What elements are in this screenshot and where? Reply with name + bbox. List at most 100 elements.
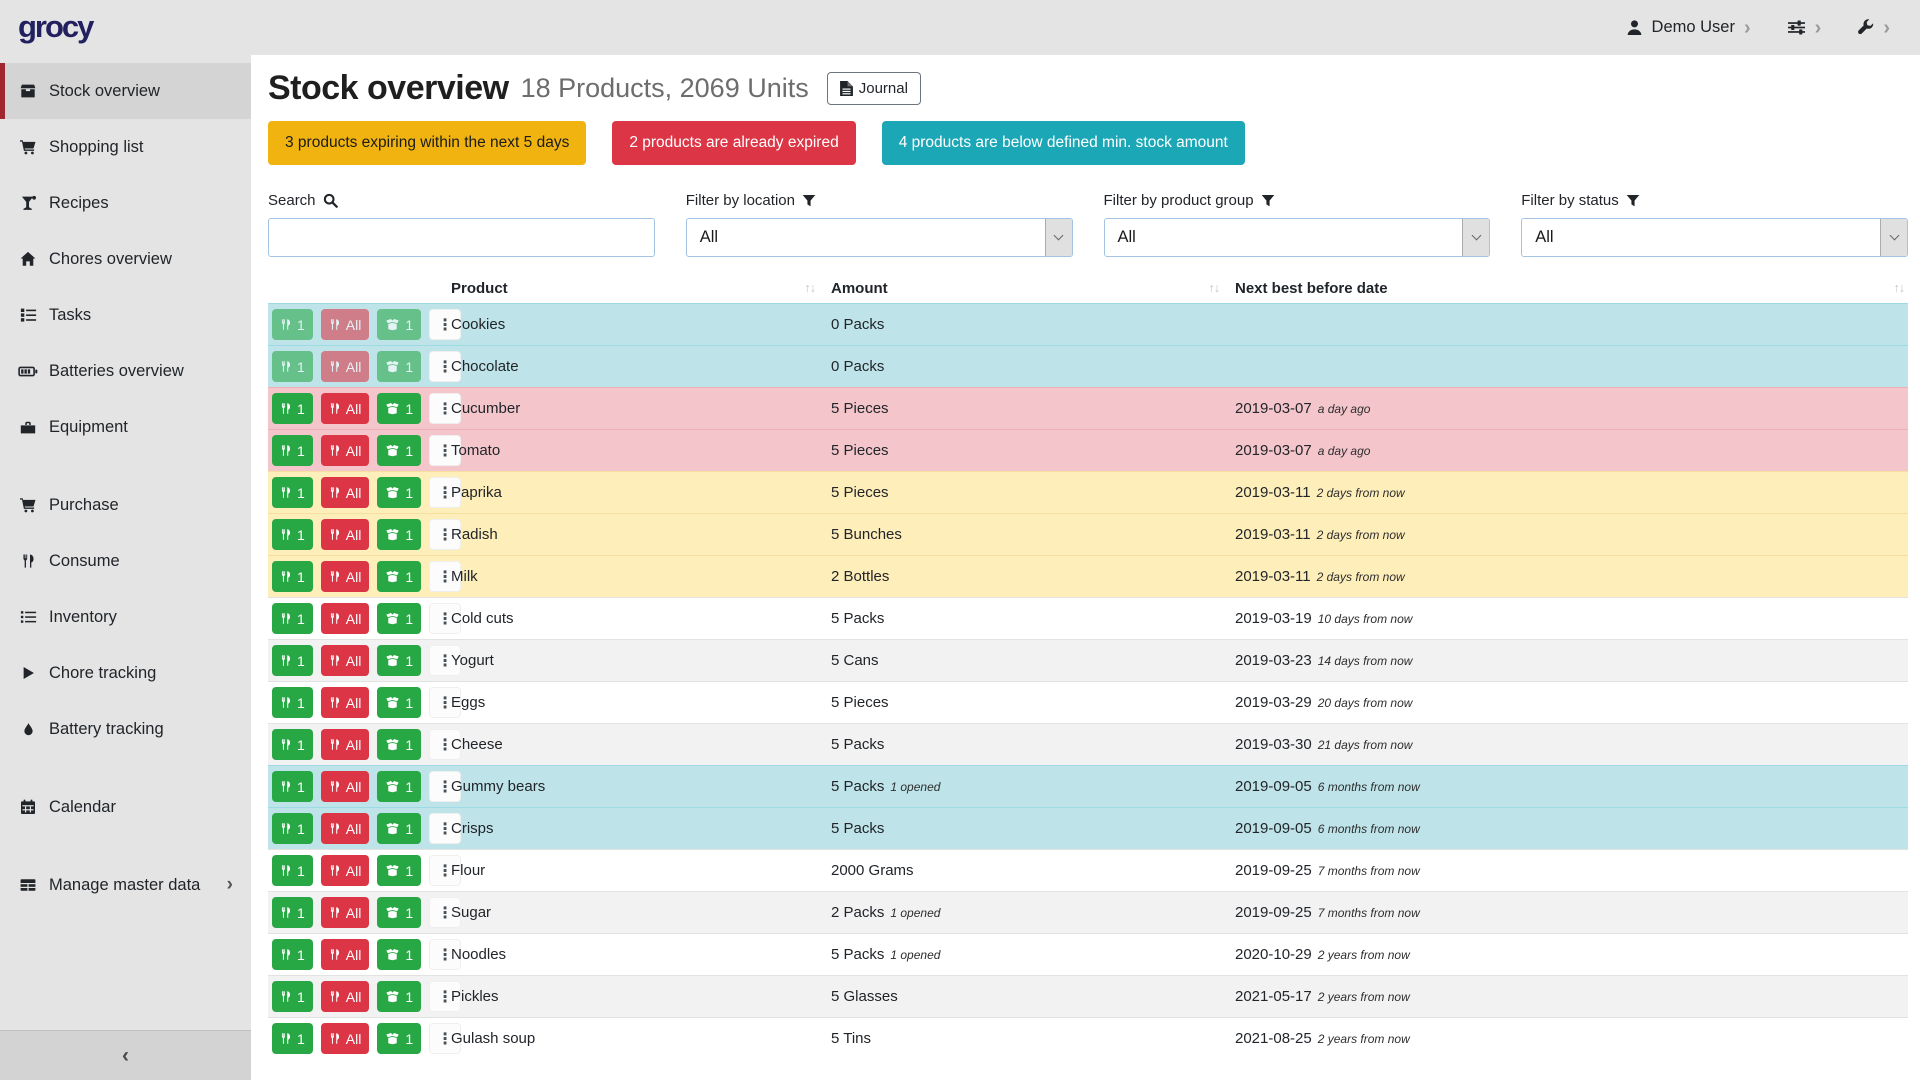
consume-one-button[interactable]: 1 [272,813,313,844]
open-one-button[interactable]: 1 [377,519,421,550]
consume-one-button[interactable]: 1 [272,561,313,592]
consume-all-button[interactable]: All [321,477,370,508]
consume-one-button[interactable]: 1 [272,393,313,424]
consume-all-button[interactable]: All [321,813,370,844]
open-one-button[interactable]: 1 [377,813,421,844]
open-one-button[interactable]: 1 [377,687,421,718]
date-column-header[interactable]: Next best before date ↑↓ [1235,280,1908,297]
filter-select[interactable]: All [1104,218,1491,257]
table-row[interactable]: 1 All 1 ⋮ Cold cuts [268,597,1908,639]
filter-select[interactable]: All [1521,218,1908,257]
consume-one-button[interactable]: 1 [272,519,313,550]
consume-all-button[interactable]: All [321,603,370,634]
sidebar-item-batteries-overview[interactable]: Batteries overview [0,343,251,399]
consume-one-button[interactable]: 1 [272,645,313,676]
table-row[interactable]: 1 All 1 ⋮ Eggs [268,681,1908,723]
sidebar-item-recipes[interactable]: Recipes [0,175,251,231]
consume-all-button[interactable]: All [321,687,370,718]
table-row[interactable]: 1 All 1 ⋮ Pickles [268,975,1908,1017]
open-one-button[interactable]: 1 [377,393,421,424]
sidebar-item-calendar[interactable]: Calendar [0,779,251,835]
consume-all-button[interactable]: All [321,393,370,424]
sidebar-item-shopping-list[interactable]: Shopping list [0,119,251,175]
sidebar-item-battery-tracking[interactable]: Battery tracking [0,701,251,757]
sidebar-item-equipment[interactable]: Equipment [0,399,251,455]
open-one-button[interactable]: 1 [377,729,421,760]
table-row[interactable]: 1 All 1 ⋮ Tomato [268,429,1908,471]
sort-icon[interactable]: ↑↓ [805,281,816,295]
consume-one-button[interactable]: 1 [272,351,313,382]
table-row[interactable]: 1 All 1 ⋮ Gummy bears [268,765,1908,807]
app-logo[interactable]: grocy [18,9,92,45]
settings-menu[interactable]: › [1787,18,1822,38]
table-row[interactable]: 1 All 1 ⋮ Paprika [268,471,1908,513]
filter-select[interactable]: All [686,218,1073,257]
table-row[interactable]: 1 All 1 ⋮ Cheese [268,723,1908,765]
sidebar-item-inventory[interactable]: Inventory [0,589,251,645]
consume-one-button[interactable]: 1 [272,603,313,634]
consume-one-button[interactable]: 1 [272,477,313,508]
consume-all-button[interactable]: All [321,855,370,886]
consume-all-button[interactable]: All [321,519,370,550]
open-one-button[interactable]: 1 [377,603,421,634]
sort-icon[interactable]: ↑↓ [1894,281,1905,295]
table-row[interactable]: 1 All 1 ⋮ Sugar [268,891,1908,933]
table-row[interactable]: 1 All 1 ⋮ Flour [268,849,1908,891]
sidebar-item-purchase[interactable]: Purchase [0,477,251,533]
consume-one-button[interactable]: 1 [272,729,313,760]
search-input[interactable] [269,219,654,256]
consume-all-button[interactable]: All [321,645,370,676]
table-row[interactable]: 1 All 1 ⋮ Yogurt [268,639,1908,681]
table-row[interactable]: 1 All 1 ⋮ Chocolate [268,345,1908,387]
open-one-button[interactable]: 1 [377,855,421,886]
consume-all-button[interactable]: All [321,1023,370,1054]
open-one-button[interactable]: 1 [377,561,421,592]
table-row[interactable]: 1 All 1 ⋮ Crisps [268,807,1908,849]
sidebar-item-manage-master-data[interactable]: Manage master data › [0,857,251,913]
open-one-button[interactable]: 1 [377,981,421,1012]
consume-all-button[interactable]: All [321,351,370,382]
consume-one-button[interactable]: 1 [272,897,313,928]
consume-one-button[interactable]: 1 [272,981,313,1012]
table-row[interactable]: 1 All 1 ⋮ Radish [268,513,1908,555]
table-row[interactable]: 1 All 1 ⋮ Milk [268,555,1908,597]
consume-all-button[interactable]: All [321,729,370,760]
open-one-button[interactable]: 1 [377,435,421,466]
sidebar-item-tasks[interactable]: Tasks [0,287,251,343]
user-menu[interactable]: Demo User › [1626,18,1751,38]
journal-button[interactable]: Journal [827,72,921,105]
consume-all-button[interactable]: All [321,435,370,466]
sidebar-item-stock-overview[interactable]: Stock overview [0,63,251,119]
consume-one-button[interactable]: 1 [272,1023,313,1054]
consume-all-button[interactable]: All [321,771,370,802]
table-row[interactable]: 1 All 1 ⋮ Cookies [268,303,1908,345]
open-one-button[interactable]: 1 [377,771,421,802]
amount-column-header[interactable]: Amount ↑↓ [831,280,1235,297]
open-one-button[interactable]: 1 [377,897,421,928]
sidebar-item-chore-tracking[interactable]: Chore tracking [0,645,251,701]
admin-menu[interactable]: › [1857,18,1890,38]
consume-one-button[interactable]: 1 [272,309,313,340]
consume-all-button[interactable]: All [321,309,370,340]
sidebar-item-chores-overview[interactable]: Chores overview [0,231,251,287]
consume-one-button[interactable]: 1 [272,939,313,970]
sort-icon[interactable]: ↑↓ [1209,281,1220,295]
consume-all-button[interactable]: All [321,981,370,1012]
consume-all-button[interactable]: All [321,561,370,592]
open-one-button[interactable]: 1 [377,351,421,382]
table-row[interactable]: 1 All 1 ⋮ Cucumber [268,387,1908,429]
open-one-button[interactable]: 1 [377,645,421,676]
consume-one-button[interactable]: 1 [272,687,313,718]
sidebar-collapse-button[interactable]: ‹ [0,1030,251,1080]
table-row[interactable]: 1 All 1 ⋮ Gulash soup [268,1017,1908,1059]
consume-one-button[interactable]: 1 [272,855,313,886]
open-one-button[interactable]: 1 [377,477,421,508]
product-column-header[interactable]: Product ↑↓ [451,280,831,297]
open-one-button[interactable]: 1 [377,939,421,970]
consume-all-button[interactable]: All [321,939,370,970]
sidebar-item-consume[interactable]: Consume [0,533,251,589]
open-one-button[interactable]: 1 [377,1023,421,1054]
open-one-button[interactable]: 1 [377,309,421,340]
consume-one-button[interactable]: 1 [272,771,313,802]
consume-all-button[interactable]: All [321,897,370,928]
